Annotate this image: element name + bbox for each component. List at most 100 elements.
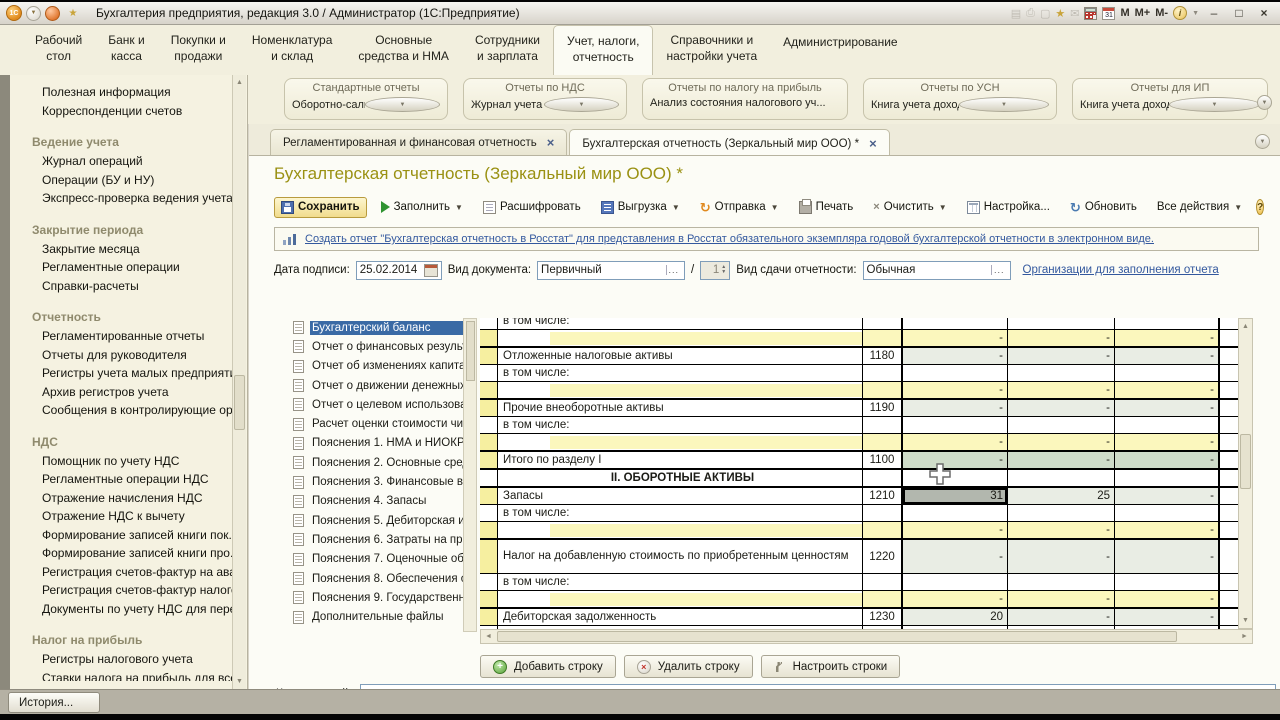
tree-item[interactable]: Отчет о целевом использова <box>283 395 463 414</box>
sidebar-item[interactable]: Документы по учету НДС для пере... <box>10 600 232 619</box>
value-cell[interactable] <box>1115 318 1220 329</box>
memory-mminus-button[interactable]: M- <box>1155 7 1168 19</box>
tree-item[interactable]: Пояснения 6. Затраты на про <box>283 530 463 549</box>
sidebar-item[interactable]: Корреспонденции счетов <box>10 102 232 121</box>
value-cell[interactable] <box>1115 417 1220 433</box>
tree-item[interactable]: Пояснения 9. Государственн. <box>283 588 463 607</box>
table-horizontal-scrollbar[interactable]: ◄ ► <box>480 629 1253 644</box>
sidebar-item[interactable]: Регламентные операции <box>10 258 232 277</box>
link-icon[interactable]: ✉ <box>1070 7 1079 20</box>
value-cell[interactable] <box>1008 417 1115 433</box>
table-hscroll-thumb[interactable] <box>497 631 1177 642</box>
value-cell[interactable] <box>903 574 1008 590</box>
menu-tab-Сотрудники и зарплата[interactable]: Сотрудники и зарплата <box>462 25 553 75</box>
value-cell[interactable]: - <box>1115 382 1220 398</box>
calendar-icon[interactable]: 31 <box>1102 6 1116 20</box>
date-input[interactable]: 25.02.2014 <box>355 260 442 280</box>
input-field[interactable] <box>550 435 862 449</box>
tree-item[interactable]: Пояснения 7. Оценочные обя <box>283 550 463 569</box>
scroll-right-icon[interactable]: ► <box>1238 630 1251 643</box>
report-panel-value[interactable]: Книга учета доходов и расхо...▼ <box>1080 97 1260 112</box>
value-cell[interactable]: - <box>1008 382 1115 398</box>
value-cell[interactable]: - <box>903 452 1008 468</box>
main-menu-dropdown-icon[interactable]: ▼ <box>26 5 41 21</box>
organizations-link[interactable]: Организации для заполнения отчета <box>1023 264 1219 276</box>
sidebar-item[interactable]: Закрытие месяца <box>10 240 232 259</box>
menu-tab-Банк и касса[interactable]: Банк и касса <box>95 25 157 75</box>
1c-logo-icon[interactable]: 1С <box>6 5 22 21</box>
spinner-icon[interactable]: ▲ ▼ <box>721 265 726 275</box>
sidebar-item[interactable]: Отражение начисления НДС <box>10 489 232 508</box>
toolbar-button-очистить[interactable]: × Очистить ▼ <box>867 198 952 217</box>
value-cell[interactable] <box>1115 365 1220 381</box>
sidebar-item[interactable]: Отчеты для руководителя <box>10 346 232 365</box>
menu-tab-Рабочий стол[interactable]: Рабочий стол <box>22 25 95 75</box>
value-cell[interactable]: 31 <box>903 488 1008 504</box>
value-cell[interactable] <box>1008 365 1115 381</box>
value-cell[interactable]: - <box>1115 488 1220 504</box>
button-wrench[interactable]: Настроить строки <box>760 655 901 678</box>
value-cell[interactable] <box>903 470 1008 486</box>
tree-scroll-thumb[interactable] <box>466 321 475 381</box>
row-name-cell[interactable] <box>498 330 863 346</box>
tree-item[interactable]: Отчет об изменениях капита <box>283 357 463 376</box>
sidebar-item[interactable]: Ставки налога на прибыль для все... <box>10 669 232 682</box>
tree-item[interactable]: Отчет о движении денежных <box>283 376 463 395</box>
value-cell[interactable]: - <box>1115 522 1220 538</box>
value-cell[interactable]: - <box>1115 348 1220 364</box>
value-cell[interactable] <box>1115 574 1220 590</box>
toolbar-button-настройка...[interactable]: Настройка... <box>961 198 1056 217</box>
date-picker-icon[interactable] <box>423 263 438 277</box>
report-panel-value[interactable]: Книга учета доходов и расхо...▼ <box>871 97 1049 112</box>
value-cell[interactable]: - <box>1008 609 1115 625</box>
value-cell[interactable]: - <box>1008 591 1115 607</box>
value-cell[interactable] <box>903 365 1008 381</box>
input-field[interactable] <box>550 523 862 537</box>
value-cell[interactable] <box>1115 470 1220 486</box>
info-dropdown-icon[interactable]: ▼ <box>1192 10 1199 17</box>
value-cell[interactable]: - <box>1115 434 1220 450</box>
input-field[interactable] <box>550 592 862 606</box>
button-delete-row[interactable]: × Удалить строку <box>623 655 753 678</box>
toolbar-button-расшифровать[interactable]: Расшифровать <box>477 198 587 217</box>
scroll-up-icon[interactable]: ▲ <box>1239 320 1252 333</box>
report-panel-value[interactable]: Оборотно-сальдовая ведо...▼ <box>292 97 440 112</box>
value-cell[interactable]: - <box>903 330 1008 346</box>
value-cell[interactable]: - <box>903 540 1008 573</box>
sidebar-item[interactable]: Регистры налогового учета <box>10 650 232 669</box>
sidebar-item[interactable]: Регламентные операции НДС <box>10 470 232 489</box>
value-cell[interactable]: - <box>903 591 1008 607</box>
row-name-cell[interactable] <box>498 591 863 607</box>
value-cell[interactable]: - <box>1115 591 1220 607</box>
panel-dropdown-icon[interactable]: ▼ <box>959 97 1049 112</box>
input-field[interactable] <box>550 383 862 397</box>
sidebar-item[interactable]: Регламентированные отчеты <box>10 327 232 346</box>
value-cell[interactable]: - <box>1115 540 1220 573</box>
report-panel-value[interactable]: Анализ состояния налогового уч... <box>650 97 840 109</box>
open-windows-dropdown-icon[interactable]: ▼ <box>1255 134 1270 149</box>
tree-item[interactable]: Бухгалтерский баланс <box>283 318 463 337</box>
document-tab[interactable]: Бухгалтерская отчетность (Зеркальный мир… <box>569 129 890 158</box>
record-icon[interactable] <box>45 5 60 21</box>
tree-item[interactable]: Пояснения 4. Запасы <box>283 492 463 511</box>
restore-button[interactable]: □ <box>1229 6 1249 20</box>
panel-dropdown-icon[interactable]: ▼ <box>365 97 440 112</box>
menu-tab-Учет, налоги, отчетность[interactable]: Учет, налоги, отчетность <box>552 25 654 75</box>
close-button[interactable]: × <box>1254 6 1274 20</box>
value-cell[interactable] <box>903 417 1008 433</box>
tree-item[interactable]: Пояснения 2. Основные сред <box>283 453 463 472</box>
table-vertical-scrollbar[interactable]: ▲ ▼ <box>1238 318 1253 629</box>
value-cell[interactable]: 25 <box>1008 488 1115 504</box>
menu-tab-Номенклатура и склад[interactable]: Номенклатура и склад <box>239 25 346 75</box>
rosstat-link[interactable]: Создать отчет "Бухгалтерская отчетность … <box>305 233 1154 245</box>
value-cell[interactable] <box>903 505 1008 521</box>
print-icon[interactable]: ⎙ <box>1026 7 1035 20</box>
history-button[interactable]: История... <box>8 692 100 713</box>
tree-scrollbar[interactable] <box>463 318 477 632</box>
toolbar-button-выгрузка[interactable]: Выгрузка ▼ <box>595 198 686 217</box>
info-icon[interactable]: i <box>1173 6 1188 20</box>
panel-dropdown-icon[interactable]: ▼ <box>544 97 619 112</box>
tab-close-icon[interactable]: × <box>547 136 555 149</box>
value-cell[interactable]: - <box>1008 434 1115 450</box>
help-icon[interactable]: ? <box>1256 199 1265 215</box>
